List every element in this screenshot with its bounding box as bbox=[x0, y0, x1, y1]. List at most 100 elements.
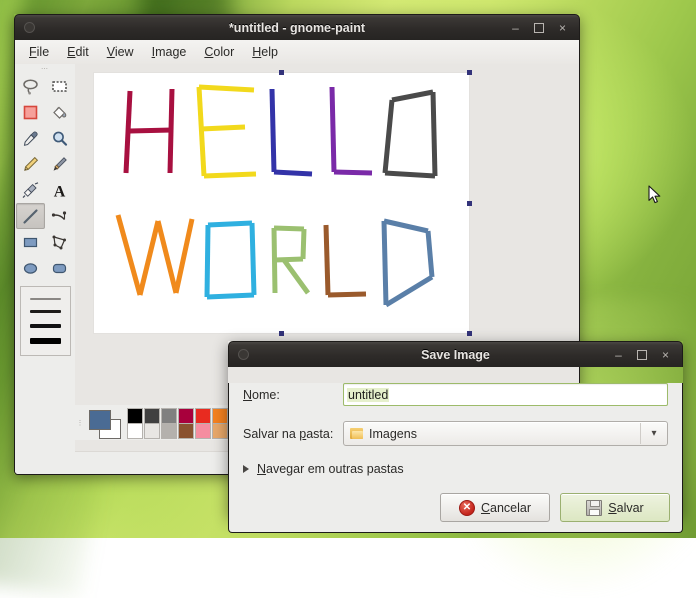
zoom-tool[interactable] bbox=[45, 125, 74, 151]
paint-window-title: *untitled - gnome-paint bbox=[15, 21, 579, 35]
palette-swatch[interactable] bbox=[212, 408, 228, 424]
brush-tool[interactable] bbox=[45, 151, 74, 177]
minimize-icon[interactable]: – bbox=[613, 350, 624, 360]
svg-text:A: A bbox=[54, 183, 66, 200]
curve-tool[interactable] bbox=[45, 203, 74, 229]
palette-drag-handle[interactable]: ⋮ bbox=[75, 419, 85, 427]
current-color-indicator[interactable] bbox=[87, 408, 121, 438]
mouse-pointer-icon bbox=[648, 185, 662, 205]
window-menu-icon[interactable] bbox=[24, 22, 35, 33]
browse-other-folders-label: Navegar em outras pastas bbox=[257, 462, 404, 476]
eyedropper-icon bbox=[21, 129, 40, 148]
rect-select-tool[interactable] bbox=[45, 73, 74, 99]
folder-select-value: Imagens bbox=[369, 427, 640, 441]
expander-triangle-icon bbox=[243, 465, 249, 473]
maximize-icon[interactable] bbox=[534, 23, 544, 33]
menu-image-rest: mage bbox=[155, 45, 186, 59]
pencil-tool[interactable] bbox=[16, 151, 45, 177]
canvas-resize-handle-bottom[interactable] bbox=[279, 331, 284, 336]
menu-file[interactable]: File bbox=[21, 42, 57, 62]
drawing-canvas[interactable] bbox=[93, 72, 470, 334]
airbrush-tool[interactable] bbox=[16, 177, 45, 203]
filename-input-value: untitled bbox=[347, 388, 389, 402]
menu-view-rest: iew bbox=[115, 45, 134, 59]
paint-titlebar[interactable]: *untitled - gnome-paint – × bbox=[14, 14, 580, 40]
menu-edit[interactable]: Edit bbox=[59, 42, 97, 62]
line-width-option-selected[interactable] bbox=[30, 338, 61, 344]
folder-icon bbox=[350, 428, 363, 439]
menu-edit-rest: dit bbox=[76, 45, 89, 59]
line-width-option[interactable] bbox=[30, 310, 61, 313]
palette-swatch[interactable] bbox=[127, 408, 143, 424]
rectangle-icon bbox=[21, 233, 40, 252]
paintbrush-icon bbox=[50, 155, 69, 174]
folder-select[interactable]: Imagens ▾ bbox=[343, 421, 668, 446]
chevron-down-icon[interactable]: ▾ bbox=[640, 423, 667, 444]
save-image-dialog: Save Image – × Nome: untitled Salvar na … bbox=[228, 341, 683, 516]
canvas-resize-handle-topright[interactable] bbox=[467, 70, 472, 75]
palette-swatch[interactable] bbox=[144, 408, 160, 424]
floppy-disk-icon bbox=[586, 500, 602, 516]
palette-swatch[interactable] bbox=[161, 408, 177, 424]
text-tool[interactable]: A bbox=[45, 177, 74, 203]
folder-field-label: Salvar na pasta: bbox=[243, 427, 343, 441]
save-dialog-titlebar[interactable]: Save Image – × bbox=[228, 341, 683, 367]
cancel-x-icon: ✕ bbox=[459, 500, 475, 516]
menu-view[interactable]: View bbox=[99, 42, 142, 62]
color-select-tool[interactable] bbox=[16, 99, 45, 125]
palette-swatch[interactable] bbox=[144, 423, 160, 439]
canvas-resize-handle-top[interactable] bbox=[279, 70, 284, 75]
color-picker-tool[interactable] bbox=[16, 125, 45, 151]
pencil-icon bbox=[21, 155, 40, 174]
polygon-tool[interactable] bbox=[45, 229, 74, 255]
maximize-icon[interactable] bbox=[637, 350, 647, 360]
name-field-label: Nome: bbox=[243, 388, 343, 402]
menu-image[interactable]: Image bbox=[144, 42, 195, 62]
ellipse-tool[interactable] bbox=[16, 255, 45, 281]
name-row: Nome: untitled bbox=[229, 383, 682, 406]
palette-swatch[interactable] bbox=[178, 423, 194, 439]
line-tool[interactable] bbox=[16, 203, 45, 229]
toolbox-panel: ⋯ bbox=[15, 64, 76, 474]
close-icon[interactable]: × bbox=[660, 350, 671, 360]
red-square-icon bbox=[21, 103, 40, 122]
free-select-tool[interactable] bbox=[16, 73, 45, 99]
palette-swatch[interactable] bbox=[127, 423, 143, 439]
canvas-resize-handle-right[interactable] bbox=[467, 201, 472, 206]
foreground-color-swatch[interactable] bbox=[89, 410, 111, 430]
paint-bucket-icon bbox=[50, 103, 69, 122]
curve-icon bbox=[50, 207, 69, 226]
window-menu-icon[interactable] bbox=[238, 349, 249, 360]
menu-help[interactable]: Help bbox=[244, 42, 286, 62]
menu-color[interactable]: Color bbox=[196, 42, 242, 62]
save-dialog-window-controls: – × bbox=[613, 350, 682, 360]
canvas-resize-handle-corner[interactable] bbox=[467, 331, 472, 336]
toolbox-drag-handle[interactable]: ⋯ bbox=[15, 64, 75, 73]
line-width-option[interactable] bbox=[30, 324, 61, 328]
canvas-drawing bbox=[94, 73, 469, 333]
airbrush-icon bbox=[21, 181, 40, 200]
menu-file-rest: ile bbox=[37, 45, 50, 59]
palette-swatch[interactable] bbox=[178, 408, 194, 424]
browse-other-folders-expander[interactable]: Navegar em outras pastas bbox=[229, 462, 682, 476]
save-button[interactable]: Salvar bbox=[560, 493, 670, 522]
save-dialog-body: Nome: untitled Salvar na pasta: Imagens … bbox=[228, 383, 683, 533]
bucket-fill-tool[interactable] bbox=[45, 99, 74, 125]
palette-swatch[interactable] bbox=[195, 408, 211, 424]
rounded-rectangle-icon bbox=[50, 259, 69, 278]
cancel-button-label: Cancelar bbox=[481, 501, 531, 515]
rounded-rect-tool[interactable] bbox=[45, 255, 74, 281]
cancel-button[interactable]: ✕ Cancelar bbox=[440, 493, 550, 522]
palette-swatch[interactable] bbox=[212, 423, 228, 439]
line-width-selector[interactable] bbox=[20, 286, 71, 356]
palette-swatch[interactable] bbox=[161, 423, 177, 439]
close-icon[interactable]: × bbox=[557, 23, 568, 33]
polygon-icon bbox=[50, 233, 69, 252]
rectangle-tool[interactable] bbox=[16, 229, 45, 255]
palette-swatch[interactable] bbox=[195, 423, 211, 439]
filename-input[interactable]: untitled bbox=[343, 383, 668, 406]
line-width-option[interactable] bbox=[30, 298, 61, 300]
ellipse-icon bbox=[21, 259, 40, 278]
minimize-icon[interactable]: – bbox=[510, 23, 521, 33]
text-a-icon: A bbox=[50, 181, 69, 200]
